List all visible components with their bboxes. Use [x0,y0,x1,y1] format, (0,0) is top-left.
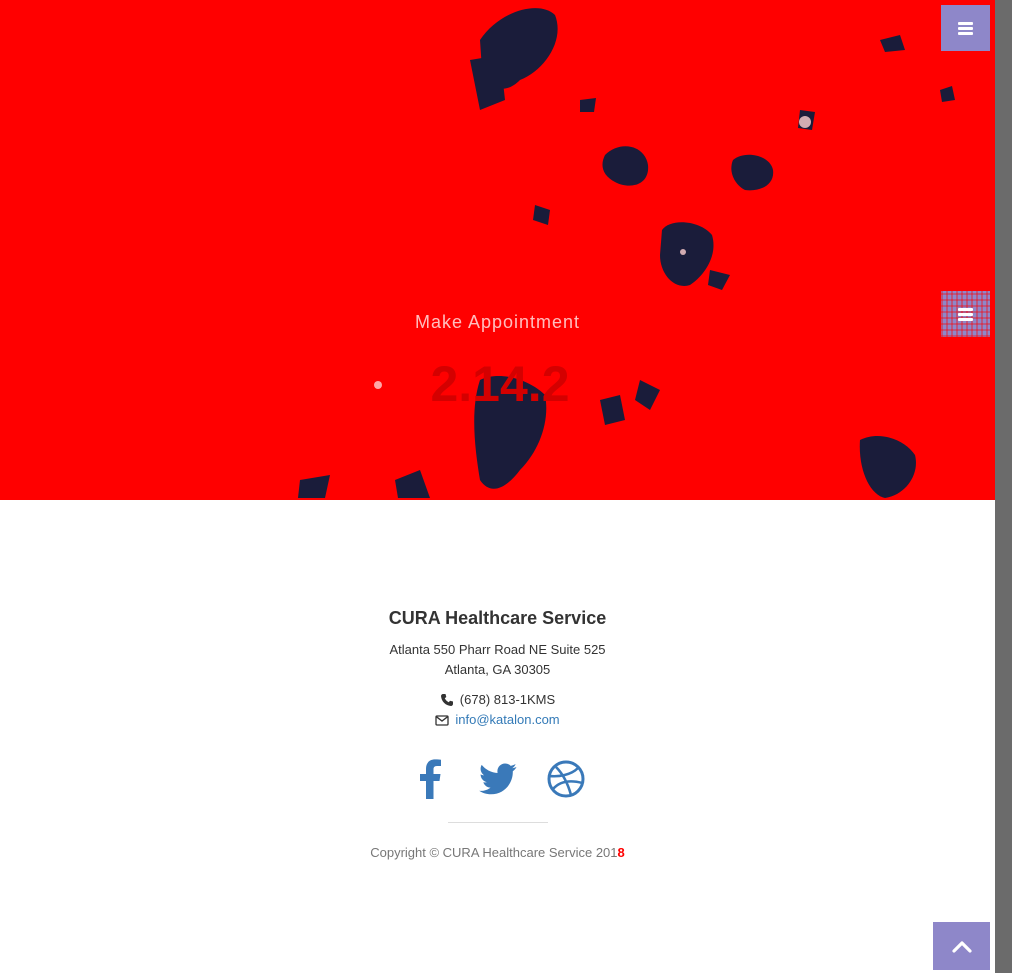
footer-divider [448,822,548,823]
envelope-icon [435,713,450,727]
twitter-icon[interactable] [478,758,517,800]
hero-section: Make Appointment 2.14.2 [0,0,995,500]
bars-icon [958,307,973,321]
facebook-icon[interactable] [411,758,449,800]
phone-row: (678) 813-1KMS [0,692,995,707]
company-name: CURA Healthcare Service [388,608,607,628]
copyright: Copyright © CURA Healthcare Service 2018 [0,845,995,860]
page: Make Appointment 2.14.2 CURA Healthcare … [0,0,995,973]
dribbble-icon[interactable] [547,758,585,800]
hero-version: 2.14.2 [430,356,570,412]
address-line-2: Atlanta, GA 30305 [444,662,551,677]
hero-subtitle: Make Appointment [414,312,581,332]
scroll-to-top-button[interactable] [933,922,990,970]
address-line-1: Atlanta 550 Pharr Road NE Suite 525 [389,642,606,657]
menu-toggle-button-ghost[interactable] [941,291,990,337]
email-row: info@katalon.com [0,712,995,727]
phone-number: (678) 813-1KMS [459,692,556,707]
scrollbar[interactable] [995,0,1012,973]
menu-toggle-button[interactable] [941,5,990,51]
social-links [0,758,995,800]
phone-icon [440,693,454,707]
bars-icon [958,21,973,35]
chevron-up-icon [951,940,972,953]
copyright-text: Copyright © CURA Healthcare Service 201 [370,845,618,860]
copyright-year-digit: 8 [617,845,625,860]
email-link[interactable]: info@katalon.com [455,712,559,727]
hero-background-texture [298,8,955,498]
